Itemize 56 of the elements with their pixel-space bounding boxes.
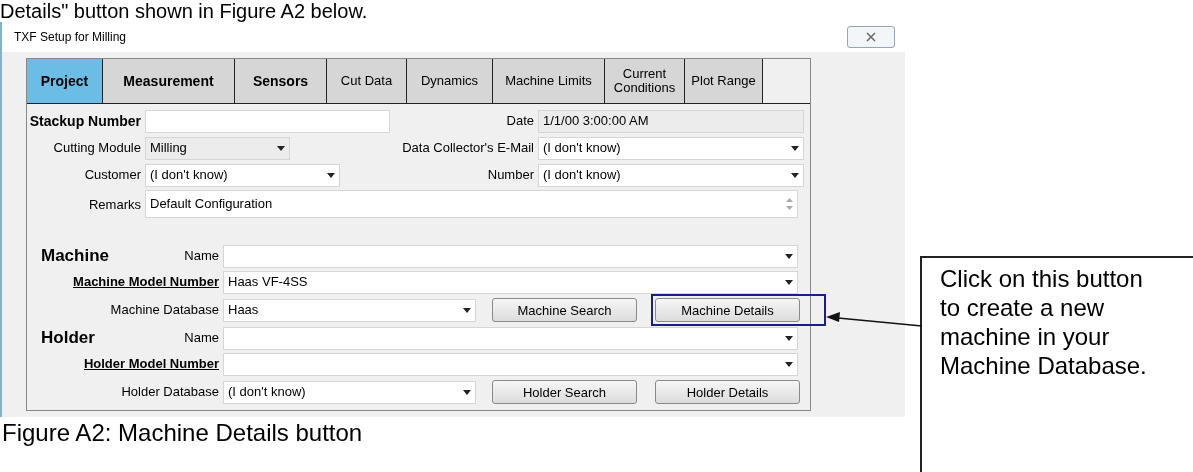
dropdown-arrow-icon	[791, 172, 799, 178]
field-label: Stackup Number	[29, 111, 141, 131]
dropdown-arrow-icon	[791, 145, 799, 151]
action-button[interactable]: Holder Details	[655, 380, 800, 405]
field-label: Date	[506, 112, 534, 131]
tab[interactable]: Current Conditions	[605, 59, 685, 103]
dropdown-arrow-icon	[463, 389, 471, 395]
tab[interactable]: Dynamics	[407, 59, 493, 103]
tab[interactable]: Measurement	[103, 59, 235, 103]
field-label: Holder Model Number	[83, 355, 219, 374]
dropdown-field[interactable]	[223, 244, 798, 268]
action-button[interactable]: Machine Search	[492, 298, 637, 323]
spinner-icon	[786, 197, 793, 211]
field-label: Name	[184, 329, 219, 348]
field-label: Holder Database	[121, 383, 219, 402]
dropdown-field[interactable]: Haas VF-4SS	[223, 270, 798, 294]
field-label: Cutting Module	[53, 139, 141, 158]
intro-text: Details" button shown in Figure A2 below.	[0, 0, 368, 22]
input-field[interactable]	[145, 109, 390, 133]
close-button[interactable]	[847, 26, 895, 48]
field-label: Customer	[84, 166, 141, 185]
remarks-field[interactable]: Default Configuration	[145, 190, 798, 218]
tab[interactable]: Sensors	[235, 59, 327, 103]
dropdown-field[interactable]	[223, 352, 798, 376]
dropdown-arrow-icon	[785, 253, 793, 259]
dropdown-arrow-icon	[277, 145, 285, 151]
dropdown-field[interactable]: (I don't know)	[538, 136, 804, 160]
tab[interactable]: Project	[27, 59, 103, 103]
field-label: Remarks	[89, 196, 141, 214]
date-field[interactable]: 1/1/00 3:00:00 AM	[538, 109, 804, 133]
dropdown-field[interactable]: Haas	[223, 298, 476, 322]
dropdown-arrow-icon	[463, 307, 471, 313]
figure-caption: Figure A2: Machine Details button	[1, 418, 364, 447]
dropdown-arrow-icon	[785, 361, 793, 367]
window-title: TXF Setup for Milling	[14, 29, 127, 46]
field-label: Machine Model Number	[73, 273, 219, 292]
close-icon	[866, 32, 876, 42]
dropdown-field[interactable]: (I don't know)	[538, 163, 804, 187]
dropdown-field[interactable]: (I don't know)	[223, 380, 476, 404]
section-heading: Holder	[40, 327, 95, 350]
field-label: Number	[487, 166, 534, 185]
callout-box: Click on this button to create a new machine in your Machine Database.	[920, 256, 1193, 472]
action-button[interactable]: Holder Search	[492, 380, 637, 405]
dropdown-arrow-icon	[785, 279, 793, 285]
field-label: Machine Database	[110, 301, 219, 320]
tab[interactable]: Cut Data	[327, 59, 407, 103]
field-label: Data Collector's E-Mail	[402, 139, 534, 158]
dropdown-field[interactable]: (I don't know)	[145, 163, 340, 187]
dropdown-field[interactable]	[223, 326, 798, 350]
dropdown-arrow-icon	[785, 335, 793, 341]
action-button[interactable]: Machine Details	[655, 298, 800, 323]
tab[interactable]: Plot Range	[685, 59, 763, 103]
tab[interactable]: Machine Limits	[493, 59, 605, 103]
field-label: Name	[184, 247, 219, 266]
section-heading: Machine	[40, 245, 110, 268]
dropdown-arrow-icon	[327, 172, 335, 178]
